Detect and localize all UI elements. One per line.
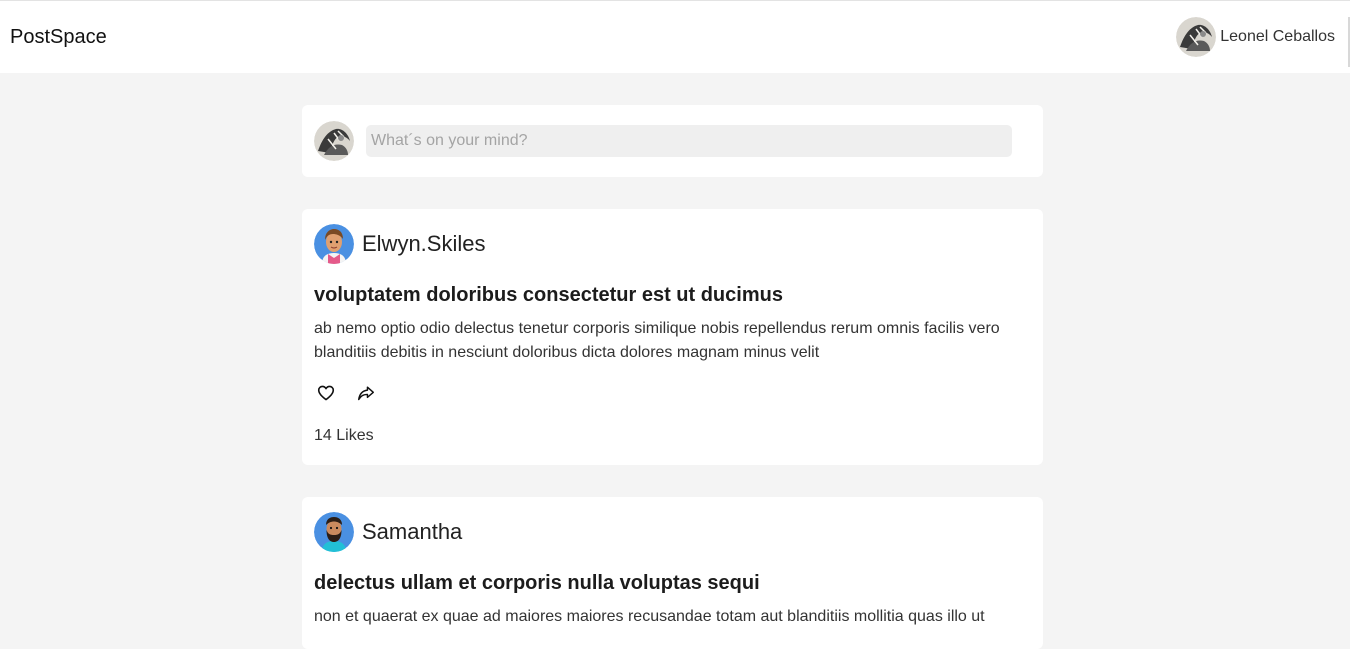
author-avatar-icon[interactable] — [314, 512, 354, 552]
post-header: Samantha — [314, 512, 1031, 552]
post-author-name[interactable]: Elwyn.Skiles — [362, 231, 485, 257]
user-menu[interactable]: Leonel Ceballos — [1176, 17, 1335, 57]
heart-icon — [317, 385, 335, 404]
top-app-bar: PostSpace Leonel Ceballos — [0, 0, 1350, 73]
post-card: Elwyn.Skiles voluptatem doloribus consec… — [302, 209, 1043, 465]
user-avatar-icon[interactable] — [1176, 17, 1217, 57]
share-button[interactable] — [354, 382, 378, 406]
composer-avatar-icon — [314, 121, 354, 161]
post-header: Elwyn.Skiles — [314, 224, 1031, 264]
post-composer — [302, 105, 1043, 177]
composer-input[interactable] — [366, 125, 1012, 157]
feed: Elwyn.Skiles voluptatem doloribus consec… — [302, 105, 1043, 649]
share-forward-icon — [357, 385, 375, 404]
likes-count: 14 Likes — [314, 427, 374, 444]
user-name[interactable]: Leonel Ceballos — [1220, 28, 1335, 46]
post-card: Samantha delectus ullam et corporis null… — [302, 497, 1043, 649]
author-avatar-icon[interactable] — [314, 224, 354, 264]
post-author-name[interactable]: Samantha — [362, 519, 462, 545]
post-actions — [314, 382, 1031, 406]
post-body: non et quaerat ex quae ad maiores maiore… — [314, 608, 985, 625]
post-title: voluptatem doloribus consectetur est ut … — [314, 284, 783, 306]
post-title: delectus ullam et corporis nulla volupta… — [314, 572, 760, 594]
like-button[interactable] — [314, 382, 338, 406]
post-body: ab nemo optio odio delectus tenetur corp… — [314, 320, 1000, 361]
app-brand[interactable]: PostSpace — [10, 26, 107, 49]
